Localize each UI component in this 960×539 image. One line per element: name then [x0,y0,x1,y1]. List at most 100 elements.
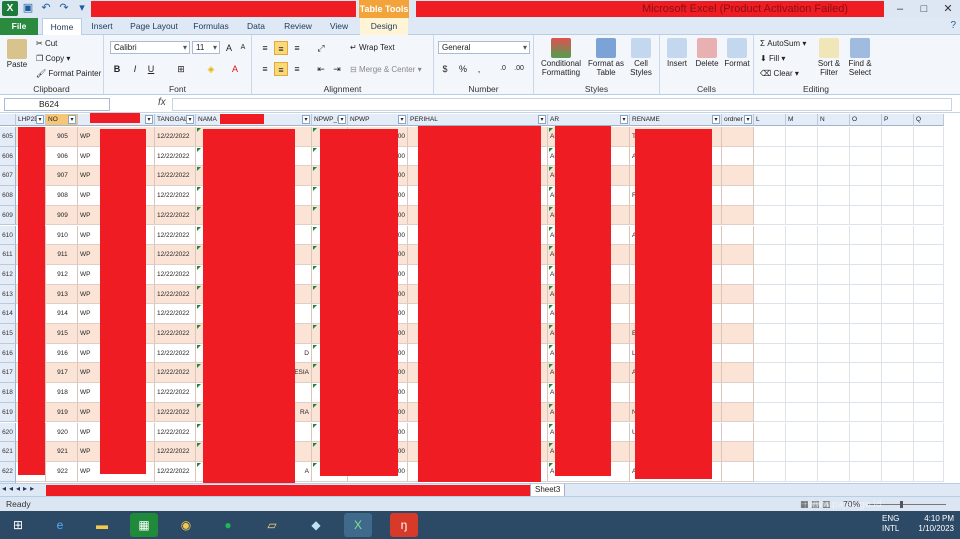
font-color-icon[interactable]: A [228,62,242,76]
filter-dropdown-icon[interactable]: ▾ [68,115,76,124]
table-cell[interactable] [722,363,754,384]
empty-cell[interactable] [914,127,944,147]
table-cell[interactable]: 920 [46,422,78,443]
empty-cell[interactable] [914,186,944,206]
tab-insert[interactable]: Insert [84,18,120,35]
table-cell[interactable] [722,343,754,364]
empty-cell[interactable] [818,304,850,324]
filter-dropdown-icon[interactable]: ▾ [338,115,346,124]
table-cell[interactable] [722,264,754,285]
row-header[interactable]: 607 [0,166,16,187]
cut-button[interactable]: ✂ Cut [36,39,57,48]
row-header[interactable]: 618 [0,383,16,403]
sheet-nav-arrows-icon[interactable]: ◂◂◂▸▸ [2,484,37,493]
row-header[interactable]: 615 [0,324,16,344]
align-right-icon[interactable]: ≡ [290,62,304,76]
empty-cell[interactable] [818,205,850,226]
empty-cell[interactable] [882,166,914,187]
table-cell[interactable]: 918 [46,383,78,403]
empty-cell[interactable] [786,127,818,147]
sticky-notes-icon[interactable]: ▱ [258,513,286,537]
table-cell[interactable]: 915 [46,324,78,344]
table-cell[interactable]: 12/22/2022 [155,205,196,226]
excel-taskbar-icon[interactable]: X [344,513,372,537]
align-bottom-icon[interactable]: ≡ [290,41,304,55]
table-cell[interactable]: 12/22/2022 [155,402,196,423]
table-cell[interactable]: 12/22/2022 [155,166,196,187]
empty-cell[interactable] [818,146,850,167]
app-red-icon[interactable]: ŋ [390,513,418,537]
table-cell[interactable] [722,383,754,403]
row-header[interactable]: 605 [0,127,16,147]
empty-cell[interactable] [786,363,818,384]
row-header[interactable]: 617 [0,363,16,384]
empty-cell[interactable] [882,442,914,462]
help-icon[interactable]: ? [950,20,956,31]
empty-cell[interactable] [914,284,944,305]
empty-cell[interactable] [882,127,914,147]
empty-cell[interactable] [818,363,850,384]
empty-cell[interactable] [850,245,882,265]
row-header[interactable]: 606 [0,146,16,167]
table-cell[interactable]: 906 [46,146,78,167]
table-cell[interactable]: 12/22/2022 [155,363,196,384]
row-header[interactable]: 619 [0,402,16,423]
app-icon[interactable]: ◆ [302,513,330,537]
filter-dropdown-icon[interactable]: ▾ [538,115,546,124]
empty-cell[interactable] [754,304,786,324]
empty-cell[interactable] [786,225,818,246]
font-size-combo[interactable]: 11 [192,41,220,54]
column-header[interactable]: ordner ▾ [722,114,754,126]
empty-cell[interactable] [786,383,818,403]
align-middle-icon[interactable]: ≡ [274,41,288,55]
fill-button[interactable]: ⬇ Fill ▾ [760,54,785,63]
empty-cell[interactable] [818,324,850,344]
empty-cell[interactable] [818,383,850,403]
empty-cell[interactable] [850,205,882,226]
empty-cell[interactable] [754,383,786,403]
empty-cell[interactable] [850,284,882,305]
empty-cell[interactable] [850,304,882,324]
table-cell[interactable] [722,225,754,246]
table-cell[interactable]: 12/22/2022 [155,264,196,285]
format-cells-button[interactable]: Format [722,38,752,68]
autosum-button[interactable]: Σ AutoSum ▾ [760,39,806,48]
table-cell[interactable] [722,127,754,147]
table-cell[interactable]: 910 [46,225,78,246]
table-cell[interactable] [722,402,754,423]
table-cell[interactable] [722,461,754,482]
empty-cell[interactable] [786,422,818,443]
number-format-combo[interactable]: General [438,41,530,54]
delete-cells-button[interactable]: Delete [692,38,722,68]
table-cell[interactable]: 917 [46,363,78,384]
filter-dropdown-icon[interactable]: ▾ [712,115,720,124]
table-cell[interactable]: 916 [46,343,78,364]
table-cell[interactable]: 12/22/2022 [155,461,196,482]
empty-cell[interactable] [786,264,818,285]
align-center-icon[interactable]: ≡ [274,62,288,76]
column-header[interactable]: O [850,114,882,126]
empty-cell[interactable] [914,461,944,482]
empty-cell[interactable] [818,245,850,265]
column-header[interactable]: LHP2DH ▾ [16,114,46,126]
table-cell[interactable]: 913 [46,284,78,305]
start-icon[interactable]: ⊞ [4,513,32,537]
row-header[interactable]: 616 [0,343,16,364]
row-header[interactable]: 622 [0,461,16,482]
table-cell[interactable]: 12/22/2022 [155,324,196,344]
select-all-corner[interactable] [0,114,16,126]
empty-cell[interactable] [882,402,914,423]
empty-cell[interactable] [754,205,786,226]
internet-explorer-icon[interactable]: e [46,513,74,537]
table-cell[interactable]: 12/22/2022 [155,225,196,246]
empty-cell[interactable] [754,324,786,344]
empty-cell[interactable] [914,343,944,364]
empty-cell[interactable] [882,186,914,206]
empty-cell[interactable] [914,225,944,246]
empty-cell[interactable] [882,245,914,265]
orientation-icon[interactable]: ⤢ [314,41,328,55]
table-cell[interactable]: 922 [46,461,78,482]
column-header[interactable]: N [818,114,850,126]
empty-cell[interactable] [818,264,850,285]
row-header[interactable]: 610 [0,225,16,246]
